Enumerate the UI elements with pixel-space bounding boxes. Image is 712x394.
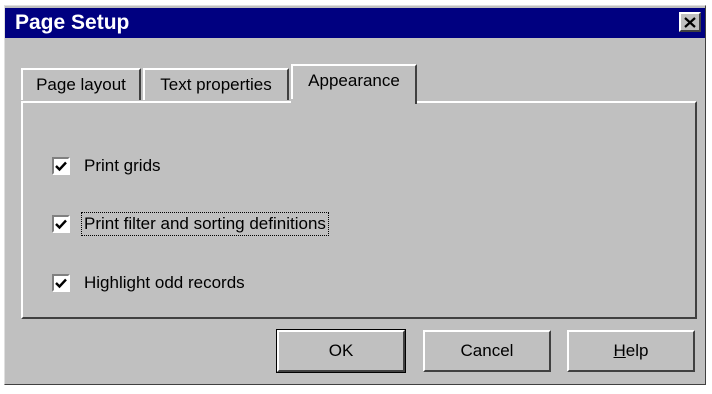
title-bar[interactable]: Page Setup: [5, 8, 705, 38]
window-title: Page Setup: [15, 11, 130, 34]
tab-page-layout[interactable]: Page layout: [21, 68, 141, 100]
help-button[interactable]: Help: [567, 330, 695, 372]
tab-label: Appearance: [308, 71, 400, 90]
help-label: Help: [614, 341, 649, 361]
tab-label: Text properties: [160, 75, 272, 94]
help-label-rest: elp: [625, 341, 649, 360]
print-grids-option[interactable]: Print grids: [52, 155, 163, 177]
print-grids-label: Print grids: [84, 156, 161, 175]
highlight-odd-checkbox[interactable]: [52, 274, 70, 292]
ok-label: OK: [328, 341, 354, 360]
help-mnemonic: H: [613, 341, 626, 360]
print-filter-checkbox[interactable]: [52, 215, 70, 233]
print-filter-option[interactable]: Print filter and sorting definitions: [52, 212, 329, 236]
ok-button[interactable]: OK: [277, 330, 405, 372]
highlight-odd-label: Highlight odd records: [84, 273, 245, 292]
tab-join: [291, 99, 415, 105]
checkmark-icon: [55, 161, 67, 171]
cancel-button[interactable]: Cancel: [423, 330, 551, 372]
print-grids-checkbox[interactable]: [52, 157, 70, 175]
tab-appearance[interactable]: Appearance: [291, 64, 417, 104]
close-icon: [684, 16, 696, 28]
checkmark-icon: [55, 278, 67, 288]
highlight-odd-option[interactable]: Highlight odd records: [52, 272, 247, 294]
close-button[interactable]: [679, 12, 701, 32]
print-filter-label: Print filter and sorting definitions: [81, 212, 329, 236]
checkmark-icon: [55, 219, 67, 229]
tab-text-properties[interactable]: Text properties: [143, 68, 289, 100]
cancel-label: Cancel: [460, 341, 514, 360]
tab-label: Page layout: [36, 75, 126, 94]
